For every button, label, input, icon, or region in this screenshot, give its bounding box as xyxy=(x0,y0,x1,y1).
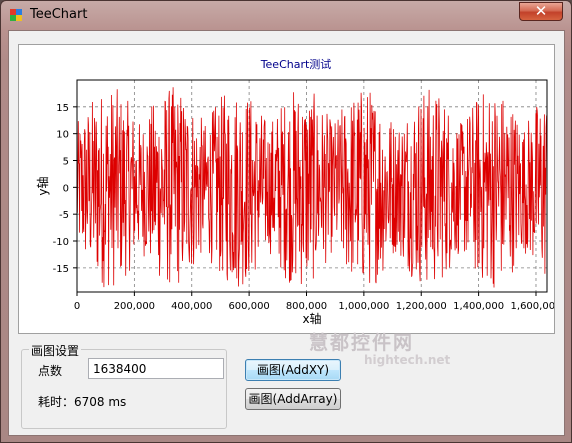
add-xy-button[interactable]: 画图(AddXY) xyxy=(245,359,341,381)
x-tick-label: 1,600,000 xyxy=(511,301,554,312)
x-tick-label: 0 xyxy=(74,301,80,312)
x-tick-label: 600,000 xyxy=(228,301,269,312)
title-bar[interactable]: TeeChart ✕ xyxy=(1,1,571,29)
client-area: TeeChart测试 0 200,000 400,000 600,000 800,000… xyxy=(8,30,565,436)
points-label: 点数 xyxy=(38,364,63,378)
settings-group-label: 画图设置 xyxy=(29,342,82,359)
x-axis-label: x轴 xyxy=(302,311,321,326)
points-input[interactable] xyxy=(88,358,224,379)
y-axis-label: y轴 xyxy=(35,176,50,195)
x-tick-label: 200,000 xyxy=(114,301,155,312)
close-button[interactable]: ✕ xyxy=(519,2,563,21)
y-tick-label: 5 xyxy=(63,157,69,168)
y-tick-label: -10 xyxy=(53,237,69,248)
y-tick-label: -5 xyxy=(59,210,69,221)
app-window: TeeChart ✕ TeeChart测试 0 200,000 400,000 600… xyxy=(0,0,572,443)
chart-panel: TeeChart测试 0 200,000 400,000 600,000 800,000… xyxy=(18,44,561,334)
close-icon: ✕ xyxy=(534,2,548,20)
x-tick-label: 1,000,000 xyxy=(338,301,389,312)
y-tick-label: 0 xyxy=(63,183,69,194)
window-title: TeeChart xyxy=(30,7,88,22)
y-tick-label: 15 xyxy=(56,103,69,114)
teechart-chart: TeeChart测试 0 200,000 400,000 600,000 800,000… xyxy=(35,58,561,326)
y-tick-label: -15 xyxy=(53,264,69,275)
x-tick-label: 1,200,000 xyxy=(396,301,447,312)
watermark-subtext: hightech.net xyxy=(364,353,451,367)
x-tick-label: 400,000 xyxy=(171,301,212,312)
add-array-button[interactable]: 画图(AddArray) xyxy=(245,388,341,410)
x-tick-label: 800,000 xyxy=(286,301,327,312)
y-tick-label: 10 xyxy=(56,130,69,141)
elapsed-time-label: 耗时：6708 ms xyxy=(38,395,127,409)
chart-title: TeeChart测试 xyxy=(260,58,332,71)
watermark-text: 慧都控件网 xyxy=(309,332,415,354)
x-tick-label: 1,400,000 xyxy=(453,301,504,312)
teechart-app-icon xyxy=(10,9,22,21)
